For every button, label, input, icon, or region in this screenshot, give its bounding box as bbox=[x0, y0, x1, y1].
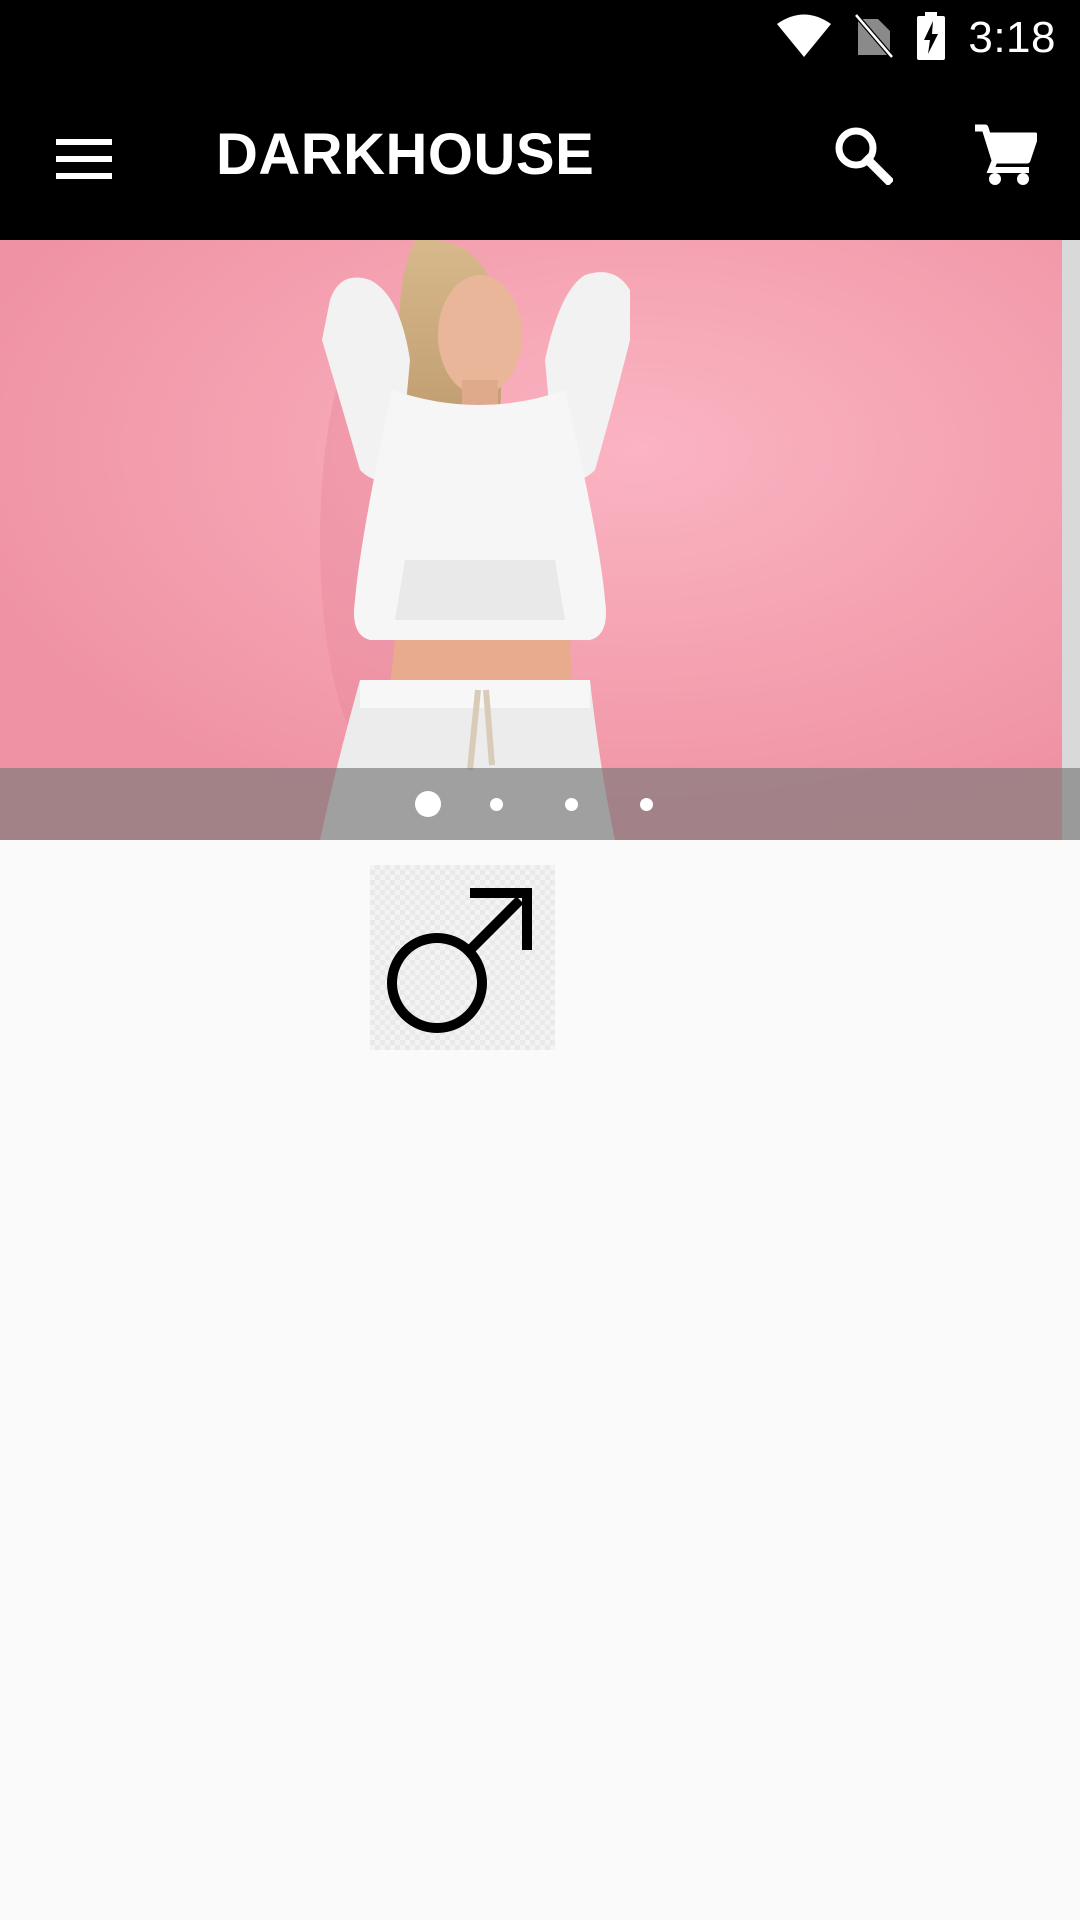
carousel-indicator-bar bbox=[0, 768, 1080, 840]
search-icon[interactable] bbox=[828, 120, 898, 190]
no-sim-icon bbox=[854, 12, 895, 64]
male-category-tile[interactable] bbox=[370, 865, 555, 1050]
status-bar: 3:18 bbox=[0, 0, 1080, 75]
cart-icon[interactable] bbox=[968, 117, 1042, 191]
banner-model-image bbox=[0, 240, 1062, 840]
status-time: 3:18 bbox=[968, 13, 1056, 62]
wifi-icon bbox=[776, 13, 832, 64]
banner-slide[interactable] bbox=[0, 240, 1062, 840]
carousel-dot-3[interactable] bbox=[565, 797, 578, 811]
next-slide-peek bbox=[1062, 240, 1080, 840]
app-title: DARKHOUSE bbox=[216, 122, 595, 187]
carousel-dot-1[interactable] bbox=[415, 791, 441, 817]
menu-icon[interactable] bbox=[50, 125, 118, 193]
male-symbol-icon bbox=[387, 888, 532, 1033]
carousel-dots bbox=[415, 768, 653, 840]
app-bar: DARKHOUSE bbox=[0, 75, 1080, 240]
status-icons: 3:18 bbox=[776, 8, 1056, 68]
carousel-dot-4[interactable] bbox=[640, 797, 653, 811]
carousel-dot-2[interactable] bbox=[490, 797, 503, 811]
banner-carousel[interactable] bbox=[0, 240, 1080, 840]
battery-charging-icon bbox=[916, 11, 946, 65]
